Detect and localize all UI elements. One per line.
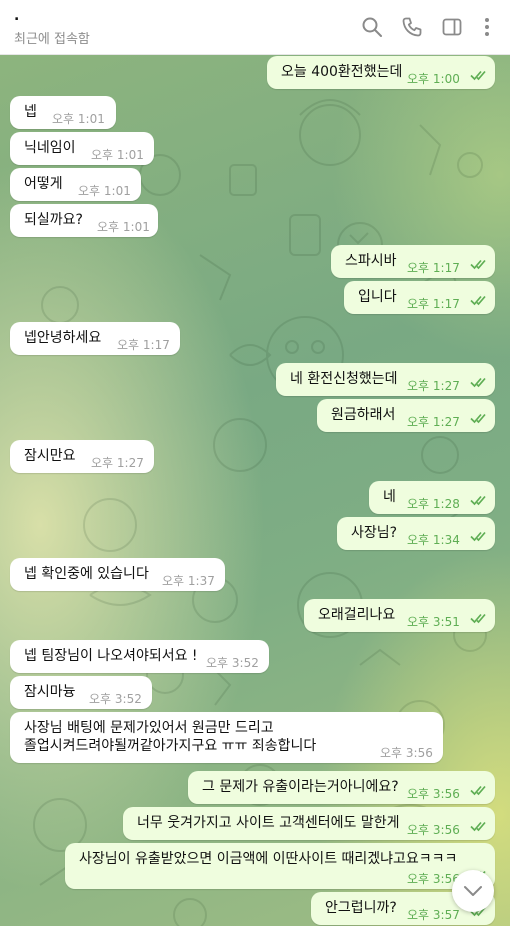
outgoing-message[interactable]: 오래걸리나요 오후 3:51: [304, 599, 495, 632]
contact-status: 최근에 접속함: [14, 32, 90, 47]
sidebar-toggle-icon[interactable]: [441, 16, 463, 38]
message-time: 오후 3:56: [380, 746, 433, 760]
message-time: 오후 1:27: [91, 456, 144, 470]
incoming-message[interactable]: 넵 확인중에 있습니다 오후 1:37: [10, 558, 225, 591]
message-time: 오후 1:01: [52, 112, 105, 126]
message-time: 오후 1:01: [97, 220, 150, 234]
read-checks-icon: [470, 294, 488, 306]
outgoing-message[interactable]: 원금하래서 오후 1:27: [317, 399, 495, 432]
message-text: 너무 웃겨가지고 사이트 고객센터에도 말한게: [137, 815, 400, 831]
message-time: 오후 1:17: [407, 297, 460, 311]
read-checks-icon: [470, 376, 488, 388]
message-text: 넵: [24, 104, 37, 120]
outgoing-message[interactable]: 사장님이 유출받았으면 이금액에 이딴사이트 때리겠냐고요ㅋㅋㅋ 오후 3:56: [65, 843, 495, 889]
message-time: 오후 1:01: [91, 148, 144, 162]
outgoing-message[interactable]: 입니다 오후 1:17: [344, 281, 495, 314]
message-time: 오후 1:28: [407, 497, 460, 511]
message-time: 오후 1:17: [407, 261, 460, 275]
outgoing-message[interactable]: 네 오후 1:28: [369, 481, 495, 514]
message-time: 오후 3:56: [407, 787, 460, 801]
message-text: 입니다: [358, 289, 397, 305]
outgoing-message[interactable]: 사장님? 오후 1:34: [337, 517, 495, 550]
read-checks-icon: [470, 494, 488, 506]
message-time: 오후 1:27: [407, 415, 460, 429]
message-text: 스파시바: [345, 253, 397, 269]
search-icon[interactable]: [361, 16, 383, 38]
message-time: 오후 1:17: [117, 338, 170, 352]
incoming-message[interactable]: 닉네임이 오후 1:01: [10, 132, 154, 165]
message-text: 네 환전신청했는데: [290, 371, 398, 387]
message-time: 오후 3:57: [407, 908, 460, 922]
phone-icon[interactable]: [401, 16, 423, 38]
message-text: 안그럽니까?: [325, 900, 397, 916]
read-checks-icon: [470, 530, 488, 542]
message-text: 넵 팀장님이 나오셔야되서요 !: [24, 648, 198, 664]
chat-header: . 최근에 접속함: [0, 0, 510, 55]
outgoing-message[interactable]: 오늘 400환전했는데 오후 1:00: [267, 56, 495, 89]
chat-area[interactable]: 오늘 400환전했는데 오후 1:00 넵 오후 1:01 닉네임이 오후 1:…: [0, 55, 510, 926]
message-text: 닉네임이: [24, 140, 76, 156]
message-time: 오후 1:37: [162, 574, 215, 588]
message-text: 넵 확인중에 있습니다: [24, 566, 149, 582]
message-text: 오늘 400환전했는데: [281, 64, 403, 80]
message-time: 오후 3:51: [407, 615, 460, 629]
incoming-message[interactable]: 넵 팀장님이 나오셔야되서요 ! 오후 3:52: [10, 640, 269, 673]
message-text: 원금하래서: [331, 407, 396, 423]
incoming-message[interactable]: 넵안녕하세요 오후 1:17: [10, 322, 180, 355]
message-text: 네: [383, 489, 396, 505]
outgoing-message[interactable]: 너무 웃겨가지고 사이트 고객센터에도 말한게 오후 3:56: [123, 807, 495, 840]
message-text: 오래걸리나요: [318, 607, 396, 623]
chevron-down-icon: [464, 886, 482, 896]
message-time: 오후 3:52: [89, 692, 142, 706]
read-checks-icon: [470, 69, 488, 81]
outgoing-message[interactable]: 네 환전신청했는데 오후 1:27: [276, 363, 495, 396]
outgoing-message[interactable]: 그 문제가 유출이라는거아니에요? 오후 3:56: [188, 771, 495, 804]
message-text: 넵안녕하세요: [24, 330, 102, 346]
message-text: 되실까요?: [24, 212, 83, 228]
message-time: 오후 1:00: [407, 72, 460, 86]
read-checks-icon: [470, 820, 488, 832]
message-time: 오후 3:56: [407, 823, 460, 837]
read-checks-icon: [470, 612, 488, 624]
message-time: 오후 3:52: [206, 656, 259, 670]
message-text-line-2: 졸업시켜드려야될꺼같아가지구요 ㅠㅠ 죄송합니다: [24, 738, 317, 754]
message-text: 잠시마늉: [24, 684, 76, 700]
incoming-message[interactable]: 사장님 배팅에 문제가있어서 원금만 드리고 졸업시켜드려야될꺼같아가지구요 ㅠ…: [10, 712, 443, 763]
read-checks-icon: [470, 412, 488, 424]
message-time: 오후 1:34: [407, 533, 460, 547]
message-text: 사장님 배팅에 문제가있어서 원금만 드리고: [24, 720, 274, 736]
incoming-message[interactable]: 어떻게 오후 1:01: [10, 168, 141, 201]
message-time: 오후 1:01: [78, 184, 131, 198]
incoming-message[interactable]: 잠시만요 오후 1:27: [10, 440, 154, 473]
read-checks-icon: [470, 784, 488, 796]
outgoing-message[interactable]: 스파시바 오후 1:17: [331, 245, 495, 278]
incoming-message[interactable]: 잠시마늉 오후 3:52: [10, 676, 152, 709]
contact-name[interactable]: .: [14, 9, 19, 23]
message-text: 그 문제가 유출이라는거아니에요?: [202, 779, 399, 795]
scroll-to-bottom-button[interactable]: [452, 870, 494, 912]
incoming-message[interactable]: 넵 오후 1:01: [10, 96, 116, 129]
incoming-message[interactable]: 되실까요? 오후 1:01: [10, 204, 158, 237]
message-text: 사장님이 유출받았으면 이금액에 이딴사이트 때리겠냐고요ㅋㅋㅋ: [79, 851, 458, 867]
more-vertical-icon[interactable]: [476, 16, 498, 38]
read-checks-icon: [470, 258, 488, 270]
message-text: 잠시만요: [24, 448, 76, 464]
message-text: 사장님?: [351, 525, 398, 541]
message-text: 어떻게: [24, 176, 63, 192]
message-time: 오후 1:27: [407, 379, 460, 393]
